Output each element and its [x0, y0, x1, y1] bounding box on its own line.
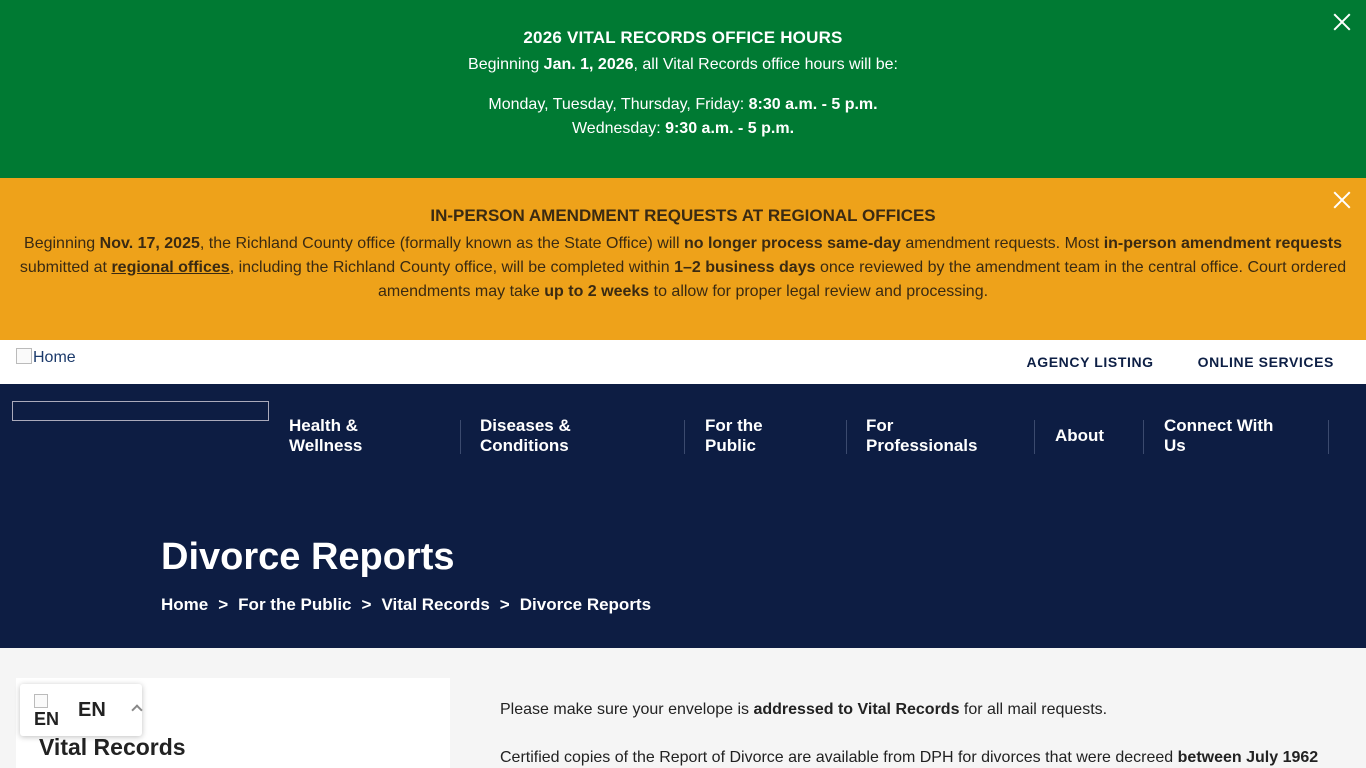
intro-text-end: , all Vital Records office hours will be…: [633, 56, 898, 73]
nav-label: Conditions: [480, 436, 569, 455]
nav-label: Health &: [289, 416, 358, 435]
utility-bar: Home AGENCY LISTING ONLINE SERVICES: [0, 340, 1366, 384]
nav-connect-with-us[interactable]: Connect With Us: [1164, 416, 1273, 456]
paragraph-text: for all mail requests.: [959, 701, 1108, 718]
nav-label: For the: [705, 416, 763, 435]
close-icon[interactable]: [1331, 189, 1353, 211]
sidebar-heading: Vital Records: [39, 734, 186, 760]
amendment-text: , including the Richland County office, …: [229, 259, 675, 276]
paragraph-text: Please make sure your envelope is: [500, 701, 754, 718]
amendment-emphasis: no longer process same-day: [683, 235, 901, 252]
nav-label: Public: [705, 436, 757, 455]
chevron-up-icon: [131, 704, 143, 716]
amendment-emphasis: 1–2 business days: [674, 259, 816, 276]
home-alt-text: Home: [33, 349, 76, 366]
amendment-text: to allow for proper legal review and pro…: [649, 283, 989, 300]
breadcrumb-separator: >: [499, 595, 510, 614]
nav-label: Wellness: [289, 436, 363, 455]
mail-note-paragraph: Please make sure your envelope is addres…: [500, 698, 1330, 722]
language-code: EN: [78, 699, 106, 721]
nav-divider: [1328, 420, 1329, 454]
regional-offices-link[interactable]: regional offices: [111, 259, 229, 276]
office-hours-intro: Beginning Jan. 1, 2026, all Vital Record…: [0, 56, 1366, 74]
amendment-alert: IN-PERSON AMENDMENT REQUESTS AT REGIONAL…: [0, 178, 1366, 340]
wednesday-hours: 9:30 a.m. - 5 p.m.: [665, 120, 795, 137]
main-navigation: Health & Wellness Diseases & Conditions Fo…: [0, 384, 1366, 484]
amendment-text: Beginning: [24, 235, 100, 252]
agency-listing-link[interactable]: AGENCY LISTING: [1027, 354, 1154, 370]
amendment-text: amendment requests. Most: [900, 235, 1104, 252]
amendment-emphasis: up to 2 weeks: [544, 283, 650, 300]
nav-label: Connect With: [1164, 416, 1274, 435]
breadcrumb-vital-records[interactable]: Vital Records: [381, 595, 489, 615]
wednesday-label: Wednesday:: [571, 120, 666, 137]
paragraph-emphasis: addressed to Vital Records: [753, 701, 960, 718]
main-content: Please make sure your envelope is addres…: [500, 698, 1330, 768]
utility-links: AGENCY LISTING ONLINE SERVICES: [1027, 354, 1334, 370]
office-hours-alert: 2026 VITAL RECORDS OFFICE HOURS Beginnin…: [0, 0, 1366, 178]
intro-text: Beginning: [468, 56, 544, 73]
breadcrumb: Home > For the Public > Vital Records > …: [161, 595, 651, 615]
breadcrumb-home[interactable]: Home: [161, 595, 208, 615]
amendment-text: submitted at: [19, 259, 112, 276]
language-switcher[interactable]: EN EN: [20, 684, 143, 736]
nav-for-professionals[interactable]: For Professionals: [866, 416, 978, 456]
nav-for-the-public[interactable]: For the Public: [705, 416, 763, 456]
nav-divider: [846, 420, 847, 454]
nav-divider: [1034, 420, 1035, 454]
nav-about[interactable]: About: [1055, 426, 1104, 446]
certified-copies-paragraph: Certified copies of the Report of Divorc…: [500, 746, 1330, 768]
broken-image-icon: [16, 348, 32, 364]
nav-label: For: [866, 416, 894, 435]
hours-wednesday: Wednesday: 9:30 a.m. - 5 p.m.: [0, 120, 1366, 138]
paragraph-emphasis: between July 1962: [1177, 749, 1319, 766]
breadcrumb-current: Divorce Reports: [519, 595, 652, 614]
amendment-body: Beginning Nov. 17, 2025, the Richland Co…: [18, 232, 1348, 304]
hours-weekdays: Monday, Tuesday, Thursday, Friday: 8:30 …: [0, 96, 1366, 114]
nav-health-wellness[interactable]: Health & Wellness: [289, 416, 362, 456]
breadcrumb-separator: >: [218, 595, 229, 614]
nav-diseases-conditions[interactable]: Diseases & Conditions: [480, 416, 571, 456]
paragraph-text: Certified copies of the Report of Divorc…: [500, 749, 1178, 766]
nav-divider: [1143, 420, 1144, 454]
flag-icon: EN: [34, 694, 64, 729]
nav-divider: [460, 420, 461, 454]
page-title: Divorce Reports: [161, 536, 455, 578]
close-icon[interactable]: [1331, 11, 1353, 33]
amendment-emphasis: in-person amendment requests: [1103, 235, 1342, 252]
office-hours-title: 2026 VITAL RECORDS OFFICE HOURS: [523, 28, 843, 47]
home-logo-link[interactable]: Home: [16, 348, 76, 367]
nav-label: About: [1055, 426, 1105, 445]
nav-label: Diseases &: [480, 416, 571, 435]
page-hero: Divorce Reports Home > For the Public > …: [0, 484, 1366, 648]
breadcrumb-separator: >: [361, 595, 372, 614]
amendment-text: , the Richland County office (formally k…: [199, 235, 684, 252]
amendment-date: Nov. 17, 2025: [99, 235, 200, 252]
breadcrumb-for-the-public[interactable]: For the Public: [238, 595, 351, 615]
amendment-title: IN-PERSON AMENDMENT REQUESTS AT REGIONAL…: [430, 206, 936, 225]
nav-label: Us: [1164, 436, 1186, 455]
online-services-link[interactable]: ONLINE SERVICES: [1198, 354, 1334, 370]
weekdays-label: Monday, Tuesday, Thursday, Friday:: [488, 96, 749, 113]
flag-alt-text: EN: [34, 709, 60, 729]
broken-image-icon: [34, 694, 48, 708]
nav-label: Professionals: [866, 436, 978, 455]
site-logo[interactable]: [12, 401, 269, 421]
intro-date: Jan. 1, 2026: [543, 56, 634, 73]
nav-divider: [684, 420, 685, 454]
weekdays-hours: 8:30 a.m. - 5 p.m.: [748, 96, 878, 113]
